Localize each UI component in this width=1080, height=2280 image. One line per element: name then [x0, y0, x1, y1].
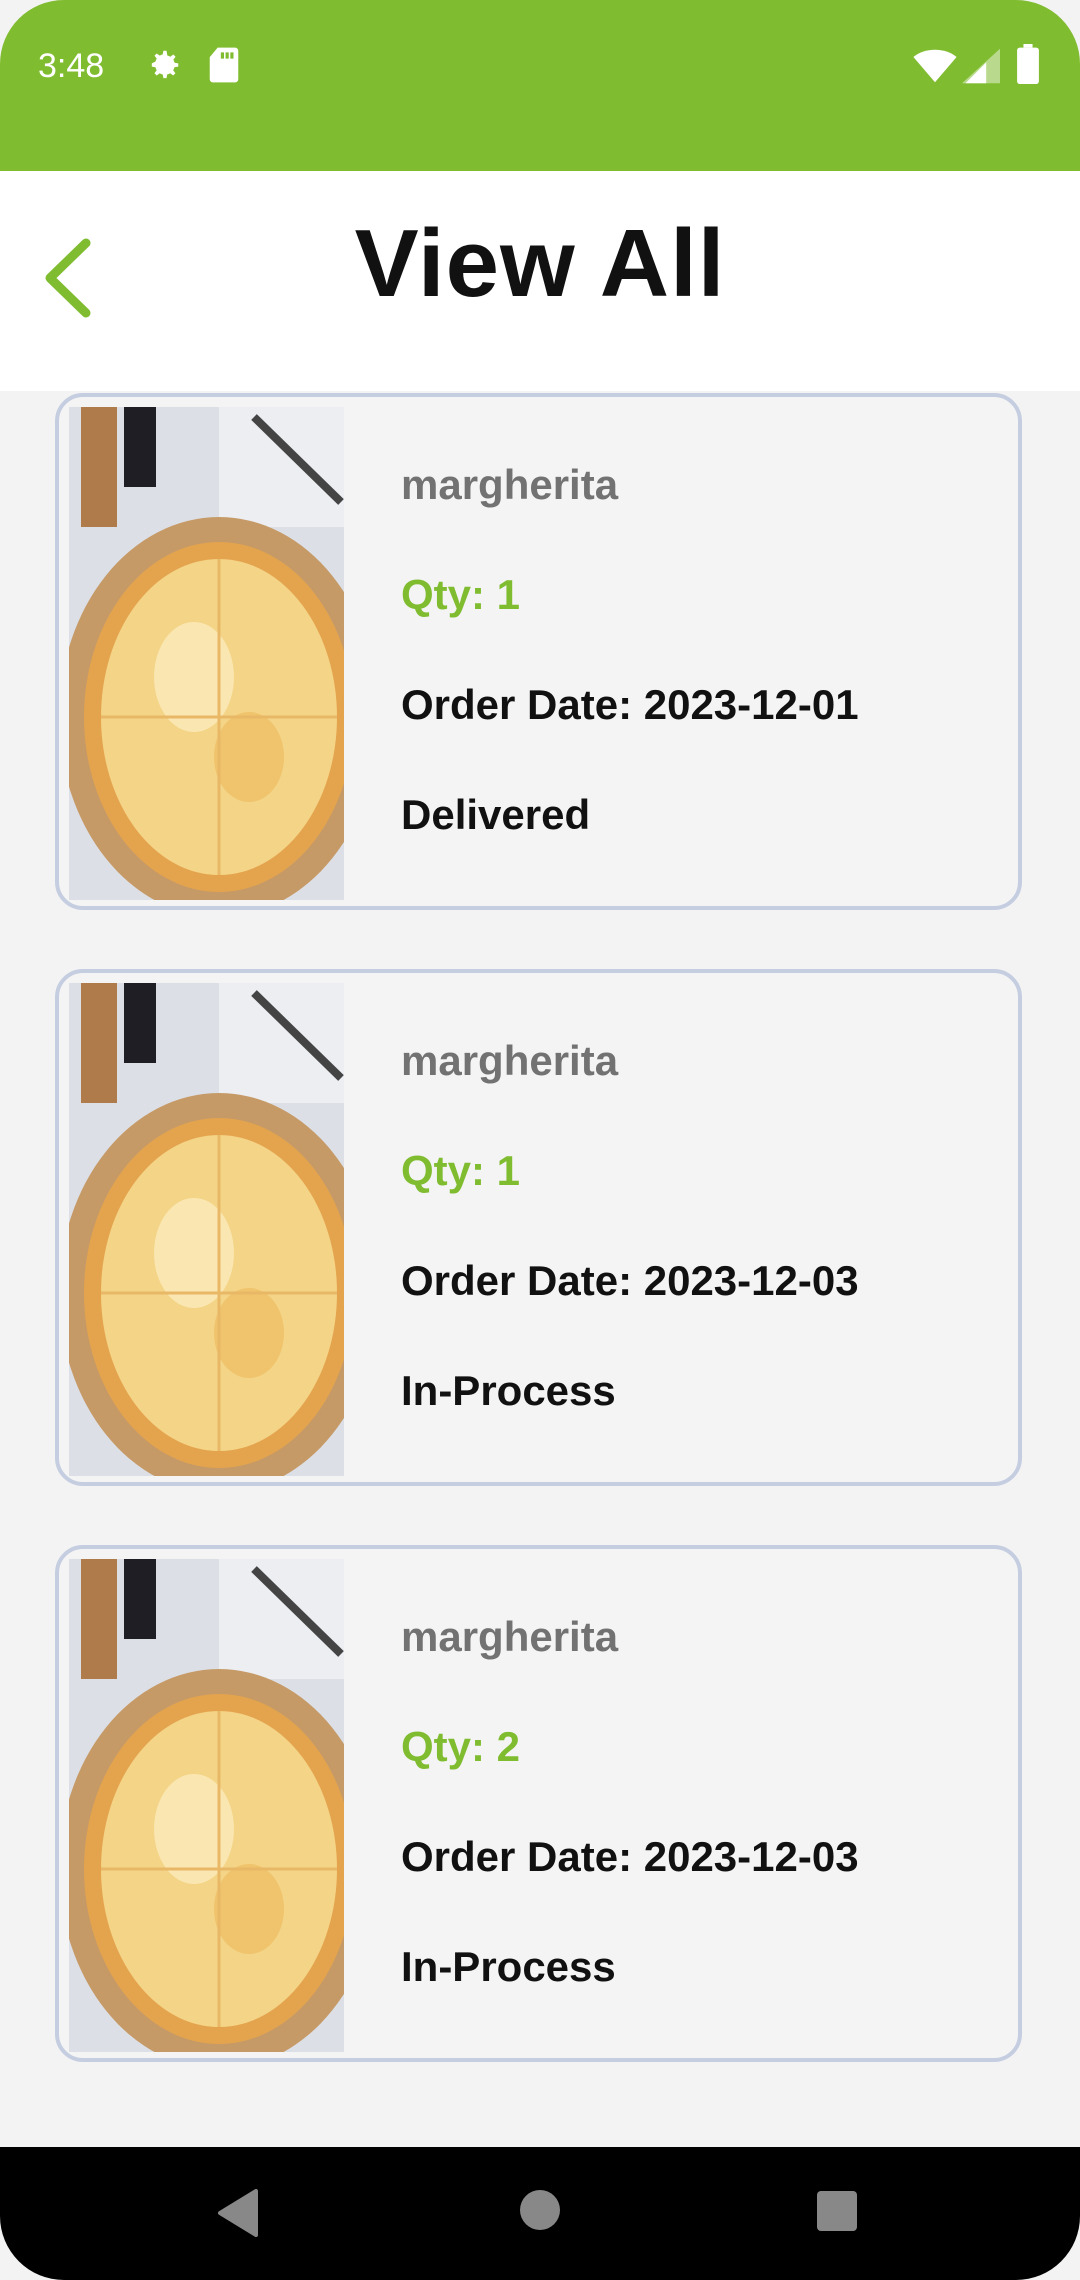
order-qty: Qty: 2	[401, 1723, 521, 1770]
wifi-icon	[913, 48, 957, 89]
app-bar: View All	[0, 171, 1080, 391]
order-name: margherita	[401, 461, 619, 508]
order-card[interactable]: margherita Qty: 1 Order Date: 2023-12-01…	[55, 393, 1022, 910]
order-card[interactable]: margherita Qty: 2 Order Date: 2023-12-03…	[55, 1545, 1022, 2062]
status-bar: 3:48	[0, 0, 1080, 171]
pizza-image	[69, 1559, 344, 2052]
order-qty: Qty: 1	[401, 571, 521, 618]
sd-card-icon	[208, 46, 240, 89]
order-qty: Qty: 1	[401, 1147, 521, 1194]
recents-square-icon[interactable]	[816, 2190, 858, 2237]
battery-icon	[1017, 44, 1039, 89]
order-date: Order Date: 2023-12-03	[401, 1833, 859, 1880]
order-date: Order Date: 2023-12-03	[401, 1257, 859, 1304]
cell-signal-icon	[962, 48, 1000, 89]
order-name: margherita	[401, 1613, 619, 1660]
system-nav-bar	[0, 2147, 1080, 2280]
order-date: Order Date: 2023-12-01	[401, 681, 859, 728]
back-triangle-icon[interactable]	[214, 2187, 264, 2244]
page-title: View All	[354, 210, 726, 317]
order-status: In-Process	[401, 1943, 616, 1990]
pizza-image	[69, 983, 344, 1476]
gear-icon	[145, 46, 183, 89]
status-time: 3:48	[38, 47, 105, 85]
pizza-image	[69, 407, 344, 900]
order-status: Delivered	[401, 791, 591, 838]
order-status: In-Process	[401, 1367, 616, 1414]
home-circle-icon[interactable]	[518, 2188, 562, 2237]
order-card[interactable]: margherita Qty: 1 Order Date: 2023-12-03…	[55, 969, 1022, 1486]
order-name: margherita	[401, 1037, 619, 1084]
